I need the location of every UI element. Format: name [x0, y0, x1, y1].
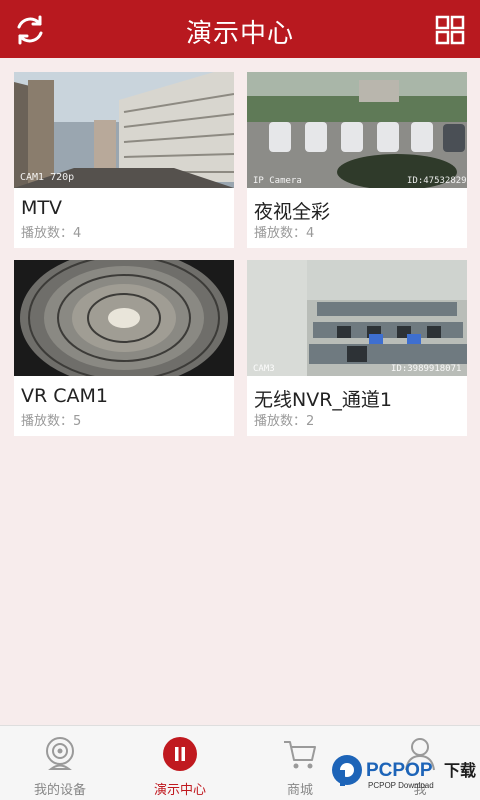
nav-label: 我的设备 [33, 783, 86, 798]
cart-icon [284, 741, 316, 769]
video-thumbnail[interactable] [14, 260, 234, 376]
card-title: MTV [21, 197, 62, 219]
camera-label: CAM3 [253, 364, 275, 374]
play-count: 播放数：2 [254, 414, 315, 429]
card-title: 无线NVR_通道1 [254, 389, 393, 411]
watermark-suffix: 下载 [444, 761, 476, 780]
nav-item-my-devices[interactable]: 我的设备 [0, 726, 120, 800]
demo-card[interactable]: CAM3 ID:3989918071 无线NVR_通道1 播放数：2 [247, 260, 467, 436]
play-count: 播放数：5 [21, 414, 82, 429]
watermark-brand: PCPOP [366, 760, 433, 781]
nav-item-demo-center[interactable]: 演示中心 [120, 726, 240, 800]
demo-card[interactable]: VR CAM1 播放数：5 [14, 260, 234, 436]
camera-icon [46, 737, 74, 770]
page-title: 演示中心 [185, 19, 294, 49]
video-thumbnail[interactable]: CAM1 720p [14, 72, 234, 188]
demo-card[interactable]: CAM1 720p MTV 播放数：4 [14, 72, 234, 248]
play-count: 播放数：4 [254, 226, 315, 241]
video-thumbnail[interactable]: CAM3 ID:3989918071 [247, 260, 467, 376]
play-count: 播放数：4 [21, 226, 82, 241]
nav-label: 演示中心 [153, 783, 206, 798]
card-title: VR CAM1 [21, 385, 108, 407]
pcpop-watermark: PCPOP 下载 PCPOP Download [330, 748, 480, 794]
pause-icon [163, 737, 197, 771]
grid-view-button[interactable] [432, 12, 468, 48]
camera-id-label: ID:3989918071 [391, 364, 462, 374]
demo-card[interactable]: IP Camera ID:475328293 夜视全彩 播放数：4 [247, 72, 467, 248]
card-title: 夜视全彩 [254, 201, 331, 223]
watermark-sub: PCPOP Download [368, 781, 434, 790]
camera-label: CAM1 720p [20, 172, 75, 183]
camera-id-label: ID:475328293 [407, 176, 467, 186]
app-header: 演示中心 [0, 0, 480, 58]
video-thumbnail[interactable]: IP Camera ID:475328293 [247, 72, 467, 188]
grid-icon [435, 15, 465, 45]
camera-label: IP Camera [253, 176, 302, 186]
